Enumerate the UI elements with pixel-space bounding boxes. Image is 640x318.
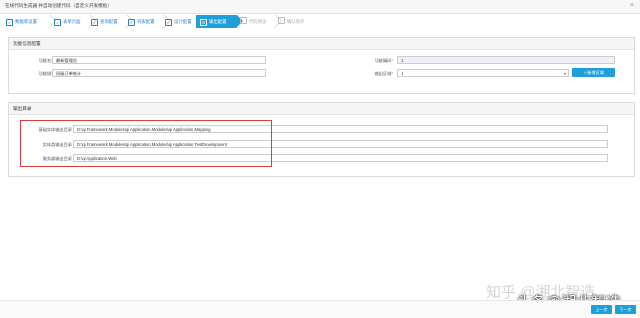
highlight-box xyxy=(20,120,272,167)
category-label: 功能名称* xyxy=(38,58,57,63)
close-icon[interactable]: × xyxy=(630,1,634,11)
prev-button[interactable]: 上一步 xyxy=(591,305,612,314)
check-icon: ✓ xyxy=(91,19,98,26)
function-name-input[interactable]: 最新管理员 xyxy=(52,56,266,64)
check-icon: ✓ xyxy=(54,19,61,26)
desc-label: 功能描述* xyxy=(38,71,57,76)
step-output-config[interactable]: ⚙ 输出配置 xyxy=(196,15,243,28)
step-code-preview[interactable]: 代码预览 xyxy=(240,14,283,29)
function-code-input[interactable]: 1 xyxy=(397,56,615,64)
code-label: 功能编码* xyxy=(374,58,393,63)
check-icon: ✓ xyxy=(128,19,135,26)
output-area-select[interactable]: 1 ▾ xyxy=(397,69,569,77)
output-panel-title: 输出目录 xyxy=(9,103,634,115)
function-panel-title: 功能信息配置 xyxy=(9,38,634,50)
file-icon xyxy=(240,17,247,24)
step-design-config[interactable]: ✓ 设计配置 xyxy=(165,15,196,28)
check-icon: ✓ xyxy=(6,19,13,26)
function-desc-input[interactable]: 班级订单统计 xyxy=(52,69,266,77)
step-confirm-save[interactable]: 确认保存 xyxy=(278,15,314,28)
next-button[interactable]: 下一步 xyxy=(615,305,636,314)
step-query-config[interactable]: ✓ 查询配置 xyxy=(91,14,134,29)
save-icon xyxy=(278,17,285,24)
area-label: 输出区域* xyxy=(374,71,393,76)
function-panel: 功能信息配置 功能名称* 最新管理员 功能描述* 班级订单统计 功能编码* 1 … xyxy=(8,37,635,94)
step-database[interactable]: ✓ 数据库设置 xyxy=(6,14,57,29)
step-list-config[interactable]: ✓ 列表配置 xyxy=(128,14,171,29)
wizard-steps: ✓ 数据库设置 ✓ 表单页面 ✓ 查询配置 ✓ 列表配置 ✓ 设计配置 ⚙ 输出配置 代码预… xyxy=(4,14,636,29)
window-titlebar: 在线代码生成器 并自动创建代码（自定义开发模板） × xyxy=(0,0,640,14)
footer-bar: 上一步 下一步 xyxy=(0,300,640,318)
check-icon: ✓ xyxy=(165,19,172,26)
chevron-down-icon: ▾ xyxy=(563,71,566,76)
window-title: 在线代码生成器 并自动创建代码（自定义开发模板） xyxy=(5,3,112,8)
add-area-button[interactable]: ＋新增区域 xyxy=(572,68,615,77)
step-form-page[interactable]: ✓ 表单页面 xyxy=(54,14,97,29)
gear-icon: ⚙ xyxy=(200,19,207,26)
